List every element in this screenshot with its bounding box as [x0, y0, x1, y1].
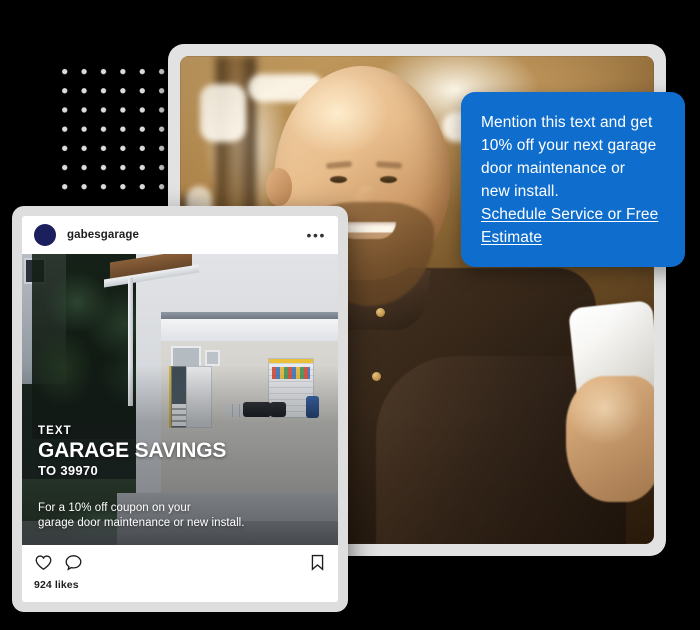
storage-bin — [243, 402, 272, 417]
shirt-button-1 — [376, 308, 385, 317]
bubble-line-2: 10% off your next garage — [481, 137, 657, 154]
heart-icon[interactable] — [34, 553, 53, 572]
action-icon-row — [34, 553, 326, 572]
garage-door-lintel — [161, 312, 338, 319]
account-username[interactable]: gabesgarage — [67, 229, 139, 241]
promo-speech-bubble: Mention this text and get 10% off your n… — [461, 92, 685, 267]
person-ear — [266, 168, 292, 206]
instagram-post-body: gabesgarage ••• TEXT GARAGE SAVINGS TO 3… — [22, 216, 338, 602]
bubble-line-4: new install. — [481, 183, 559, 200]
storage-bin-secondary — [270, 402, 287, 417]
bubble-line-1: Mention this text and get — [481, 114, 653, 131]
schedule-service-link[interactable]: Schedule Service or Free Estimate — [481, 206, 658, 246]
overlay-body-line-1: For a 10% off coupon on your — [38, 502, 191, 514]
person-eye-right — [380, 176, 397, 183]
garage-door-panel — [161, 319, 338, 341]
background-light-a — [200, 84, 246, 142]
dot-grid-pattern — [55, 62, 171, 196]
avatar[interactable] — [34, 224, 56, 246]
comment-icon[interactable] — [64, 553, 83, 572]
downspout — [127, 278, 133, 406]
instagram-post-image: TEXT GARAGE SAVINGS TO 39970 For a 10% o… — [22, 254, 338, 545]
likes-count: 924 likes — [34, 579, 79, 591]
overlay-kicker: TEXT — [38, 425, 72, 437]
overlay-headline: GARAGE SAVINGS — [38, 439, 227, 462]
shop-vacuum — [306, 396, 320, 418]
bubble-line-3: door maintenance or — [481, 160, 626, 177]
promo-overlay: TEXT GARAGE SAVINGS TO 39970 For a 10% o… — [38, 425, 324, 531]
interior-window-small — [205, 350, 221, 366]
overlay-body-line-2: garage door maintenance or new install. — [38, 517, 245, 529]
page-root: Mention this text and get 10% off your n… — [0, 0, 700, 630]
person-eye-left — [330, 176, 347, 183]
interior-window — [170, 346, 201, 368]
storage-cabinet — [186, 366, 213, 428]
shirt-button-2 — [372, 372, 381, 381]
storage-shelving — [168, 366, 188, 428]
overlay-body: For a 10% off coupon on your garage door… — [38, 501, 324, 531]
overlay-subhead: TO 39970 — [38, 463, 98, 478]
more-options-icon[interactable]: ••• — [306, 228, 326, 242]
instagram-post-header: gabesgarage ••• — [22, 216, 338, 254]
instagram-post-actions: 924 likes — [22, 545, 338, 602]
bookmark-icon[interactable] — [309, 553, 326, 572]
person-hand — [566, 376, 654, 502]
instagram-post-card: gabesgarage ••• TEXT GARAGE SAVINGS TO 3… — [12, 206, 348, 612]
